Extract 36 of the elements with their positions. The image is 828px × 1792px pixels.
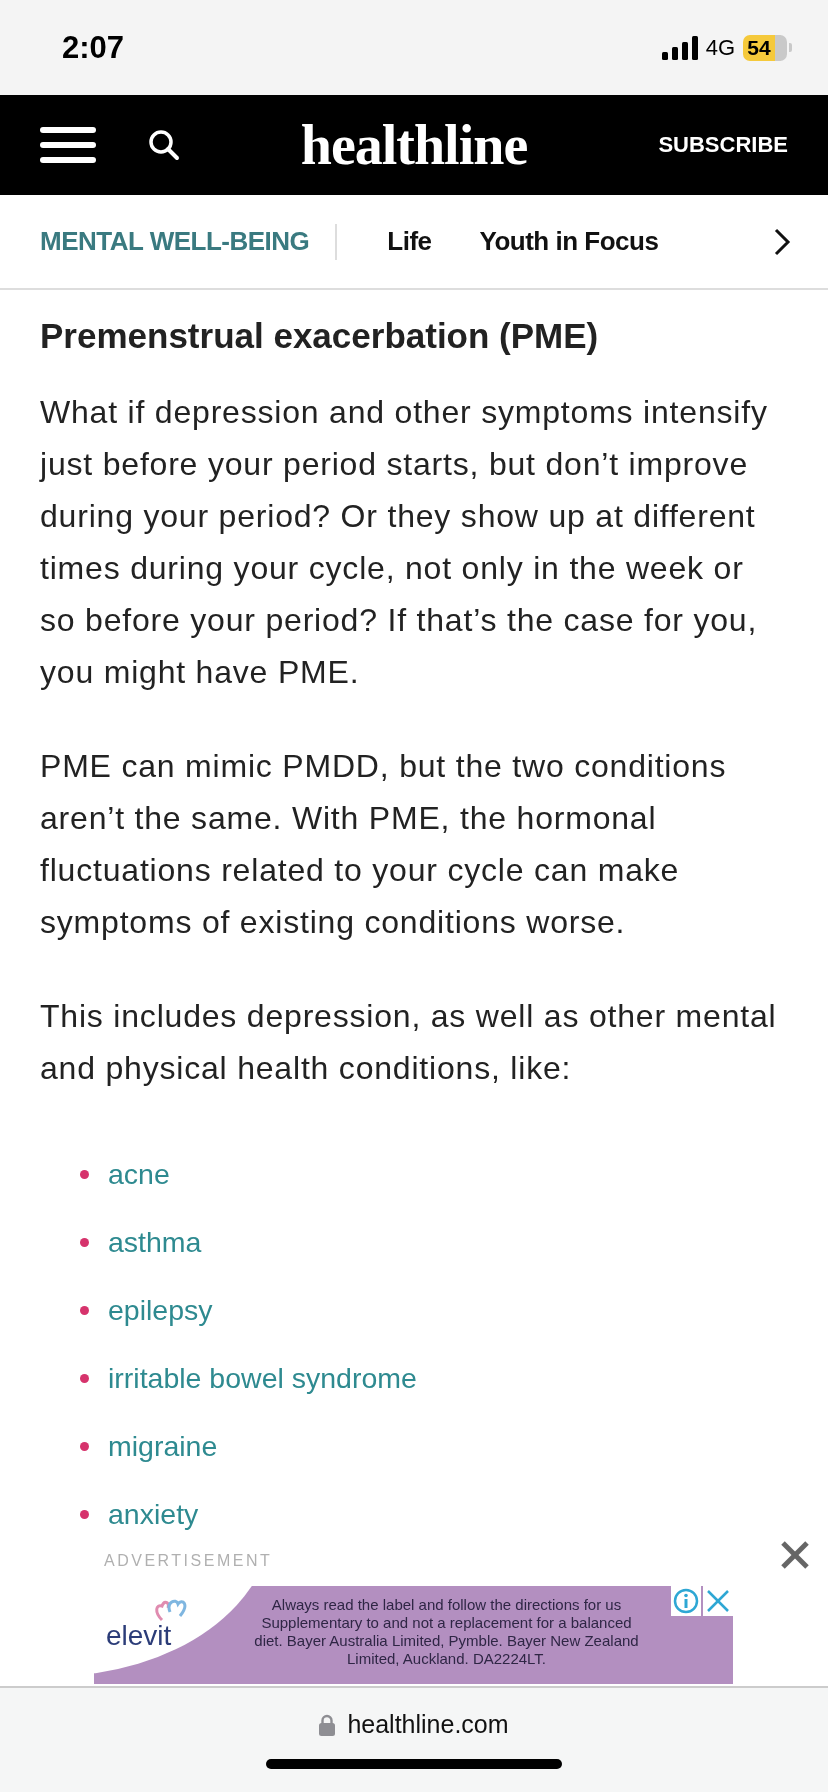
paragraph: This includes depression, as well as other mental and physical health conditions, like: <box>40 997 778 1088</box>
list-link[interactable]: acne <box>108 1157 170 1191</box>
bullet-icon <box>80 1305 89 1315</box>
subscribe-button[interactable]: SUBSCRIBE <box>658 132 788 158</box>
paragraph: What if depression and other symptoms intensify just before your period starts, but don’t improve during your period? Or they show up at different times during your cycle, not only in the week or so before your period? If that’s the case for you, you might have PME. <box>40 393 769 692</box>
chevron-right-icon[interactable] <box>772 226 792 257</box>
logo[interactable]: healthline <box>300 114 528 176</box>
close-icon[interactable] <box>780 1540 810 1570</box>
nav-tab[interactable]: Youth in Focus <box>479 226 659 257</box>
list-link[interactable]: epilepsy <box>108 1293 213 1327</box>
battery-icon: 54 <box>743 34 787 61</box>
bullet-icon <box>80 1441 89 1451</box>
signal-icon <box>661 35 698 60</box>
section-heading: Premenstrual exacerbation (PME) <box>40 316 600 356</box>
bullet-icon <box>80 1169 89 1179</box>
list-link[interactable]: irritable bowel syndrome <box>108 1361 417 1395</box>
bullet-icon <box>80 1237 89 1247</box>
network-label: 4G <box>705 34 735 61</box>
list-link[interactable]: asthma <box>108 1225 202 1259</box>
nav-tab[interactable]: Life <box>387 226 432 257</box>
paragraph: PME can mimic PMDD, but the two conditions aren’t the same. With PME, the hormonal fluctuations related to your cycle can make symptoms of existing conditions worse. <box>40 747 728 942</box>
bullet-icon <box>80 1373 89 1383</box>
list-link[interactable]: anxiety <box>108 1497 199 1531</box>
ad-text: Always read the label and follow the directions for us Supplementary to and not a replacement for a balanced diet. Bayer Australia Limited, Pymble. Bayer New Zealand Limited, Auckland. DA2224LT. <box>253 1596 640 1668</box>
nav-tab[interactable]: MENTAL WELL-BEING <box>40 226 310 257</box>
status-time: 2:07 <box>62 29 126 66</box>
brand-logo: elevit <box>106 1620 172 1652</box>
url-text[interactable]: healthline.com <box>347 1710 509 1739</box>
ad-label: ADVERTISEMENT <box>104 1552 273 1570</box>
ad-banner[interactable] <box>94 1586 733 1684</box>
info-icon[interactable] <box>671 1586 701 1616</box>
bullet-icon <box>80 1509 89 1519</box>
lock-icon <box>319 1713 336 1736</box>
search-icon[interactable] <box>148 129 180 161</box>
menu-icon[interactable] <box>40 127 96 163</box>
list-link[interactable]: migraine <box>108 1429 218 1463</box>
